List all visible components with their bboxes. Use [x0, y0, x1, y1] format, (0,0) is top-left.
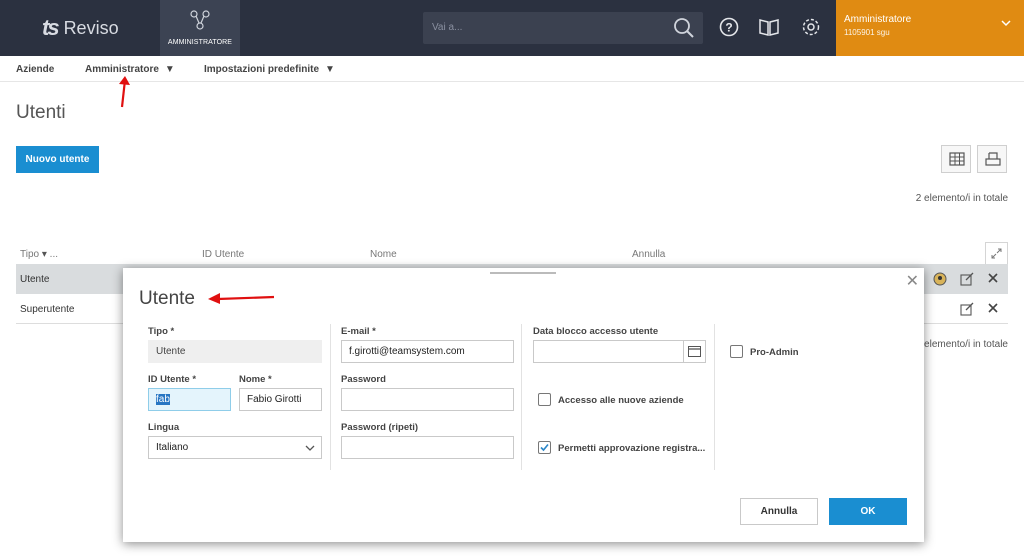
- user-dialog: ✕ Utente Tipo * Utente ID Utente * fab N…: [123, 268, 924, 542]
- column-tipo[interactable]: Tipo ▾ ...: [20, 249, 58, 260]
- gear-icon[interactable]: [801, 17, 821, 37]
- new-user-button[interactable]: Nuovo utente: [16, 146, 99, 173]
- column-divider: [330, 324, 331, 470]
- network-icon: [190, 10, 210, 30]
- drag-handle[interactable]: [490, 272, 556, 274]
- lingua-select[interactable]: Italiano: [148, 436, 322, 459]
- pro-admin-checkbox[interactable]: [730, 345, 743, 358]
- user-menu[interactable]: Amministratore 1105901 sgu: [836, 0, 1024, 56]
- table-header: Tipo ▾ ... ID Utente Nome Annulla: [16, 246, 1008, 264]
- user-account-id: 1105901 sgu: [844, 28, 890, 37]
- column-divider: [714, 324, 715, 470]
- logo-text: Reviso: [63, 17, 119, 38]
- svg-text:?: ?: [725, 21, 732, 35]
- print-button[interactable]: [977, 145, 1007, 173]
- column-nome[interactable]: Nome: [370, 249, 397, 260]
- column-annulla[interactable]: Annulla: [632, 249, 665, 260]
- email-label: E-mail *: [341, 326, 376, 337]
- calendar-icon: [688, 346, 701, 357]
- nome-input[interactable]: Fabio Girotti: [239, 388, 322, 411]
- checkmark-icon: [540, 443, 549, 452]
- blocco-date-input[interactable]: [533, 340, 706, 363]
- lingua-label: Lingua: [148, 422, 180, 433]
- chevron-down-icon: [1001, 20, 1011, 27]
- annotation-arrow-icon: [208, 293, 275, 304]
- search-box[interactable]: Vai a...: [423, 12, 703, 44]
- columns-view-button[interactable]: [941, 145, 971, 173]
- caret-down-icon: ▼: [164, 64, 175, 75]
- help-icon[interactable]: ?: [719, 17, 739, 37]
- print-icon: [985, 152, 1001, 166]
- calendar-button[interactable]: [683, 341, 705, 362]
- book-icon[interactable]: [758, 17, 780, 37]
- id-utente-label: ID Utente *: [148, 374, 197, 385]
- tipo-label: Tipo *: [148, 326, 175, 337]
- expand-button[interactable]: [985, 242, 1008, 265]
- item-count-bottom: elemento/i in totale: [924, 339, 1008, 350]
- caret-down-icon: ▼: [325, 64, 335, 75]
- subnav-aziende[interactable]: Aziende: [16, 64, 54, 75]
- chevron-down-icon: [305, 445, 315, 451]
- accesso-label: Accesso alle nuove aziende: [558, 395, 684, 406]
- column-id-utente[interactable]: ID Utente: [202, 249, 244, 260]
- tipo-field: Utente: [148, 340, 322, 363]
- user-name: Amministratore: [844, 14, 912, 25]
- password-label: Password: [341, 374, 386, 385]
- app-logo[interactable]: ts Reviso: [42, 14, 119, 42]
- page-title: Utenti: [16, 102, 66, 123]
- email-input[interactable]: f.girotti@teamsystem.com: [341, 340, 514, 363]
- nav-amministratore[interactable]: AMMINISTRATORE: [160, 0, 240, 56]
- edit-icon[interactable]: [960, 302, 974, 316]
- annotation-arrow-icon: [119, 76, 130, 108]
- id-utente-value: fab: [156, 394, 170, 405]
- search-input[interactable]: Vai a...: [432, 22, 462, 33]
- row-tipo: Utente: [20, 274, 50, 285]
- nome-label: Nome *: [239, 374, 272, 385]
- delete-icon[interactable]: [987, 302, 999, 314]
- lingua-value: Italiano: [156, 442, 189, 453]
- sub-navigation: Aziende Amministratore ▼ Impostazioni pre…: [0, 56, 1024, 82]
- blocco-label: Data blocco accesso utente: [533, 326, 659, 337]
- pro-admin-label: Pro-Admin: [750, 347, 799, 358]
- ok-button[interactable]: OK: [829, 498, 907, 525]
- permetti-label: Permetti approvazione registra...: [558, 443, 706, 454]
- edit-icon[interactable]: [960, 272, 974, 286]
- cancel-button[interactable]: Annulla: [740, 498, 818, 525]
- password-repeat-input[interactable]: [341, 436, 514, 459]
- row-tipo: Superutente: [20, 304, 75, 315]
- password-input[interactable]: [341, 388, 514, 411]
- column-divider: [521, 324, 522, 470]
- permetti-checkbox[interactable]: [538, 441, 551, 454]
- close-icon[interactable]: ✕: [906, 271, 919, 291]
- subnav-impostazioni[interactable]: Impostazioni predefinite ▼: [204, 64, 335, 75]
- dialog-title: Utente: [139, 288, 195, 309]
- expand-icon: [991, 248, 1002, 259]
- nav-label: AMMINISTRATORE: [167, 39, 233, 46]
- user-badge-icon[interactable]: [933, 272, 947, 286]
- search-icon[interactable]: [673, 17, 695, 39]
- accesso-checkbox[interactable]: [538, 393, 551, 406]
- top-bar: ts Reviso AMMINISTRATORE Vai a... ? Ammi…: [0, 0, 1024, 56]
- item-count: 2 elemento/i in totale: [915, 193, 1008, 204]
- delete-icon[interactable]: [987, 272, 999, 284]
- password-repeat-label: Password (ripeti): [341, 422, 419, 433]
- id-utente-input[interactable]: fab: [148, 388, 231, 411]
- reviso-logo-icon: ts: [42, 15, 60, 40]
- table-icon: [949, 152, 965, 166]
